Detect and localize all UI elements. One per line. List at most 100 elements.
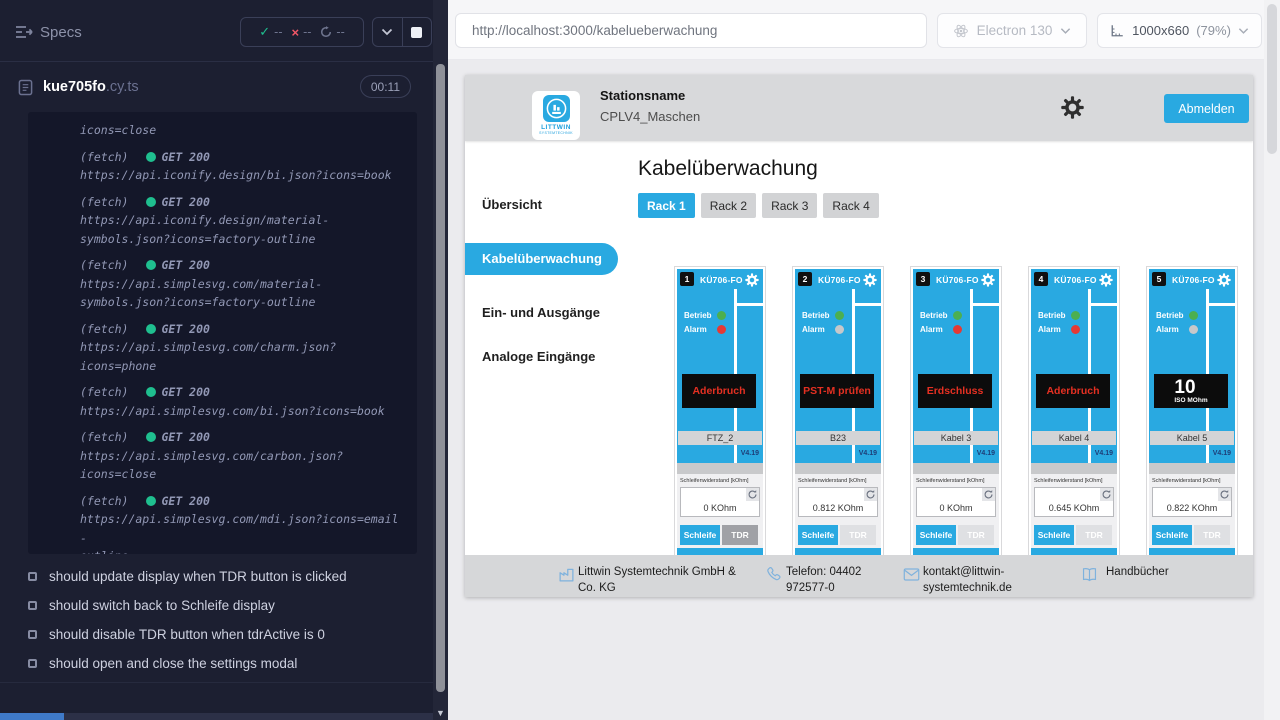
- refresh-button[interactable]: [1218, 488, 1231, 501]
- schleife-button[interactable]: Schleife: [916, 525, 956, 545]
- resistance-value-box: 0 KOhm: [916, 487, 996, 517]
- tdr-button[interactable]: TDR: [1194, 525, 1230, 545]
- module-settings-button[interactable]: [1216, 272, 1232, 288]
- measurement-display: 10 ISO MOhm: [1174, 378, 1207, 404]
- status-ok-dot: [146, 387, 156, 397]
- tdr-button[interactable]: TDR: [840, 525, 876, 545]
- network-log-entry[interactable]: (fetch) GET 200 https://api.iconify.desi…: [80, 193, 401, 249]
- module-number-badge: 4: [1034, 272, 1048, 286]
- module-model-label: KÜ706-FO: [818, 275, 861, 285]
- rack-tab-rack-1[interactable]: Rack 1: [638, 193, 695, 218]
- spec-basename: kue705fo: [43, 79, 106, 95]
- logout-button[interactable]: Abmelden: [1164, 94, 1249, 123]
- refresh-button[interactable]: [864, 488, 877, 501]
- request-url-line: https://api.simplesvg.com/carbon.json?: [80, 447, 401, 466]
- spec-name[interactable]: kue705fo.cy.ts: [43, 79, 139, 95]
- stop-icon: [411, 27, 422, 38]
- refresh-button[interactable]: [746, 488, 759, 501]
- module-settings-button[interactable]: [862, 272, 878, 288]
- failed-icon: ×: [291, 25, 299, 40]
- schleife-button[interactable]: Schleife: [1034, 525, 1074, 545]
- cable-monitor-module: 5 KÜ706-FO Betrieb Alarm 10 ISO MOhm Kab…: [1147, 267, 1237, 557]
- specs-toggle-icon[interactable]: [14, 24, 34, 40]
- network-log-entry[interactable]: (fetch) GET 200 https://api.simplesvg.co…: [80, 320, 401, 376]
- pending-count: --: [336, 25, 344, 39]
- module-settings-button[interactable]: [1098, 272, 1114, 288]
- spec-duration-badge: 00:11: [360, 75, 411, 98]
- test-item[interactable]: should update display when TDR button is…: [0, 562, 433, 591]
- module-lower-panel: Schleifenwiderstand [kOhm] 0 KOhm Schlei…: [677, 474, 763, 548]
- status-ok-dot: [146, 152, 156, 162]
- manuals-link[interactable]: Handbücher: [1106, 564, 1169, 580]
- module-settings-button[interactable]: [980, 272, 996, 288]
- scrollbar-thumb[interactable]: [436, 64, 445, 692]
- schleife-button[interactable]: Schleife: [680, 525, 720, 545]
- schleife-button[interactable]: Schleife: [798, 525, 838, 545]
- firmware-version: V4.19: [1095, 450, 1113, 457]
- network-log-entry[interactable]: (fetch) GET 200 https://api.simplesvg.co…: [80, 492, 401, 555]
- betrieb-led: [953, 311, 962, 320]
- refresh-button[interactable]: [982, 488, 995, 501]
- resistance-label: Schleifenwiderstand [kOhm]: [1149, 474, 1235, 484]
- module-lower-panel: Schleifenwiderstand [kOhm] 0.822 KOhm Sc…: [1149, 474, 1235, 548]
- sidebar-item-ein-und-ausgänge[interactable]: Ein- und Ausgänge: [465, 297, 618, 329]
- alarm-status-text: PST-M prüfen: [803, 385, 871, 397]
- module-separator: [1031, 463, 1117, 474]
- module-separator: [913, 463, 999, 474]
- sidebar-item-kabelüberwachung[interactable]: Kabelüberwachung: [465, 243, 618, 275]
- page-vertical-scrollbar[interactable]: [1264, 0, 1280, 720]
- spec-row: kue705fo.cy.ts 00:11: [0, 63, 433, 111]
- email-icon: [903, 566, 920, 583]
- module-number-badge: 2: [798, 272, 812, 286]
- module-divider-horizontal: [970, 303, 999, 306]
- request-list: (fetch) GET 200 https://api.iconify.desi…: [80, 148, 401, 555]
- network-log-entry[interactable]: (fetch) GET 200 https://api.iconify.desi…: [80, 148, 401, 185]
- resistance-label: Schleifenwiderstand [kOhm]: [913, 474, 999, 484]
- module-display: 10 ISO MOhm: [1154, 374, 1228, 408]
- company-name: Littwin Systemtechnik GmbH & Co. KG: [578, 564, 756, 596]
- scrollbar-thumb-horizontal[interactable]: [0, 713, 64, 720]
- module-settings-button[interactable]: [744, 272, 760, 288]
- failed-count: --: [303, 25, 311, 39]
- runner-vertical-scrollbar[interactable]: ▼: [433, 0, 448, 720]
- betrieb-label: Betrieb: [802, 311, 830, 320]
- refresh-button[interactable]: [1100, 488, 1113, 501]
- runner-horizontal-scrollbar[interactable]: [0, 713, 433, 720]
- stop-button[interactable]: [403, 27, 432, 38]
- sidebar-item-übersicht[interactable]: Übersicht: [465, 189, 618, 221]
- test-item[interactable]: should switch back to Schleife display: [0, 591, 433, 620]
- network-log-entry[interactable]: (fetch) GET 200 https://api.simplesvg.co…: [80, 428, 401, 484]
- rack-tab-rack-2[interactable]: Rack 2: [701, 193, 756, 218]
- cable-monitor-module: 4 KÜ706-FO Betrieb Alarm Aderbruch Kabel…: [1029, 267, 1119, 557]
- request-url-line: https://api.iconify.design/bi.json?icons…: [80, 166, 401, 185]
- sidebar-item-analoge-eingänge[interactable]: Analoge Eingänge: [465, 341, 618, 373]
- url-bar[interactable]: http://localhost:3000/kabelueberwachung: [455, 13, 927, 48]
- alarm-row: Alarm: [1156, 325, 1198, 334]
- settings-gear-button[interactable]: [1059, 94, 1086, 121]
- network-log-entry[interactable]: (fetch) GET 200 https://api.simplesvg.co…: [80, 383, 401, 420]
- app-sidebar: Übersicht Kabelüberwachung Ein- und Ausg…: [465, 141, 618, 555]
- network-log-entry[interactable]: (fetch) GET 200 https://api.simplesvg.co…: [80, 256, 401, 312]
- alarm-led: [835, 325, 844, 334]
- browser-selector[interactable]: Electron 130: [937, 13, 1087, 48]
- module-number-badge: 5: [1152, 272, 1166, 286]
- chevron-down-icon[interactable]: [373, 28, 402, 36]
- test-item[interactable]: should open and close the settings modal: [0, 649, 433, 678]
- station-label: Stationsname: [600, 88, 685, 103]
- alarm-row: Alarm: [1038, 325, 1080, 334]
- scroll-down-arrow[interactable]: ▼: [433, 708, 448, 718]
- tdr-button[interactable]: TDR: [958, 525, 994, 545]
- schleife-button[interactable]: Schleife: [1152, 525, 1192, 545]
- test-item[interactable]: should disable TDR button when tdrActive…: [0, 620, 433, 649]
- resistance-value-box: 0.812 KOhm: [798, 487, 878, 517]
- tdr-button[interactable]: TDR: [722, 525, 758, 545]
- rack-tab-rack-3[interactable]: Rack 3: [762, 193, 817, 218]
- request-method: (fetch): [80, 193, 128, 212]
- module-lower-panel: Schleifenwiderstand [kOhm] 0.812 KOhm Sc…: [795, 474, 881, 548]
- viewport-selector[interactable]: 1000x660 (79%): [1097, 13, 1262, 48]
- module-divider-horizontal: [1206, 303, 1235, 306]
- scrollbar-thumb[interactable]: [1267, 4, 1277, 154]
- measurement-value: 10: [1174, 378, 1207, 397]
- rack-tab-rack-4[interactable]: Rack 4: [823, 193, 878, 218]
- tdr-button[interactable]: TDR: [1076, 525, 1112, 545]
